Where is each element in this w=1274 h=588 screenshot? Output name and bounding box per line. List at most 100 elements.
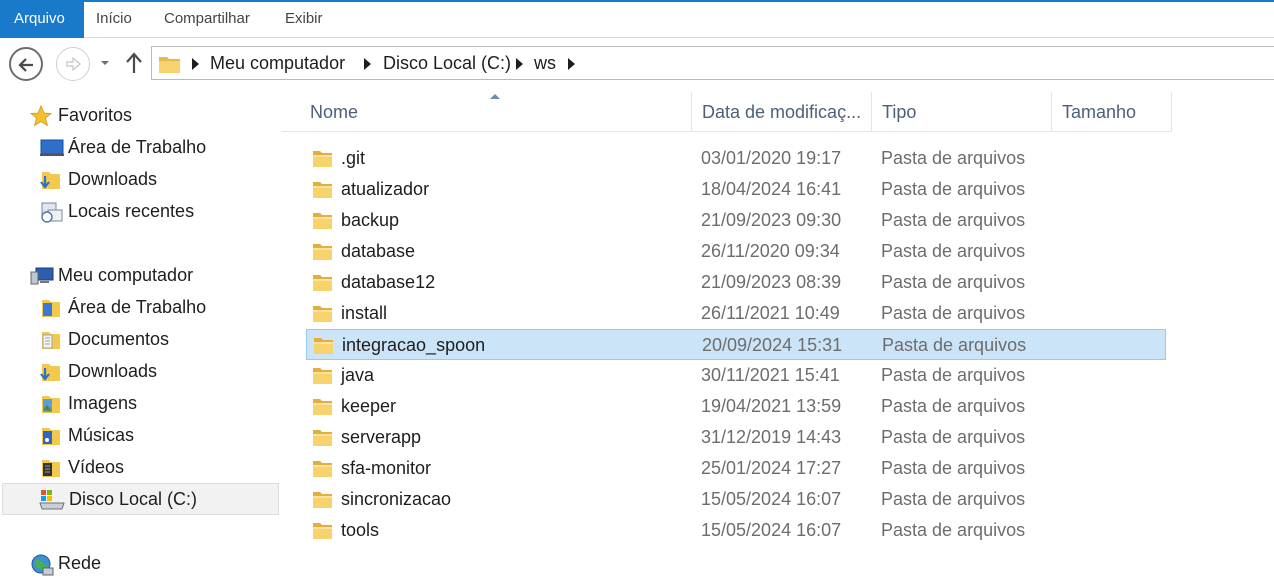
column-header-size[interactable]: Tamanho — [1052, 92, 1172, 132]
file-date-modified: 15/05/2024 16:07 — [701, 489, 842, 509]
sidebar-item-disco-local[interactable]: Disco Local (C:) — [2, 483, 279, 515]
file-date-modified: 15/05/2024 16:07 — [701, 520, 842, 540]
pictures-folder-icon — [42, 396, 60, 413]
file-row[interactable]: integracao_spoon 20/09/2024 15:31 Pasta de… — [306, 329, 1166, 360]
address-bar[interactable]: Meu computador Disco Local (C:) ws — [151, 46, 1274, 80]
file-name: sfa-monitor — [341, 458, 432, 478]
file-date-modified: 20/09/2024 15:31 — [702, 335, 843, 355]
sidebar-item-favoritos[interactable]: Favoritos — [30, 100, 270, 130]
file-date-modified: 18/04/2024 16:41 — [701, 179, 842, 199]
file-type: Pasta de arquivos — [881, 396, 1026, 416]
sidebar-item-area-de-trabalho[interactable]: Área de Trabalho — [40, 132, 270, 162]
breadcrumb-meu-computador[interactable]: Meu computador — [210, 53, 345, 74]
file-type: Pasta de arquivos — [881, 427, 1026, 447]
sidebar-item-downloads[interactable]: Downloads — [40, 164, 270, 194]
file-type: Pasta de arquivos — [881, 458, 1026, 478]
file-name: keeper — [341, 396, 397, 416]
downloads-folder-icon — [40, 172, 60, 189]
tab-compartilhar[interactable]: Compartilhar — [152, 2, 262, 36]
file-row[interactable]: install 26/11/2021 10:49 Pasta de arquivos — [306, 298, 1166, 329]
column-header-date[interactable]: Data de modificaç... — [692, 92, 872, 132]
file-type: Pasta de arquivos — [881, 148, 1026, 168]
breadcrumb-ws[interactable]: ws — [534, 53, 556, 74]
file-type: Pasta de arquivos — [881, 303, 1026, 323]
folder-icon — [159, 57, 180, 73]
file-row[interactable]: sincronizacao 15/05/2024 16:07 Pasta de ar… — [306, 484, 1166, 515]
file-row[interactable]: .git 03/01/2020 19:17 Pasta de arquivos — [306, 143, 1166, 174]
file-row[interactable]: keeper 19/04/2021 13:59 Pasta de arquivos — [306, 391, 1166, 422]
recent-places-icon — [41, 202, 63, 223]
sidebar-item-downloads-pc[interactable]: Downloads — [40, 356, 270, 386]
tab-inicio[interactable]: Início — [84, 2, 144, 36]
sidebar-item-rede[interactable]: Rede — [30, 548, 270, 578]
file-date-modified: 25/01/2024 17:27 — [701, 458, 842, 478]
sidebar-item-imagens[interactable]: Imagens — [40, 388, 270, 418]
sidebar-item-area-de-trabalho-pc[interactable]: Área de Trabalho — [40, 292, 270, 322]
file-name: java — [341, 365, 375, 385]
sidebar-item-label: Músicas — [68, 425, 135, 445]
file-name: tools — [341, 520, 380, 540]
ribbon: Arquivo Início Compartilhar Exibir — [0, 0, 1274, 38]
file-row[interactable]: tools 15/05/2024 16:07 Pasta de arquivos — [306, 515, 1166, 546]
sidebar-item-meu-computador[interactable]: Meu computador — [30, 260, 270, 290]
file-row[interactable]: database 26/11/2020 09:34 Pasta de arquivo… — [306, 236, 1166, 267]
sidebar-item-label: Disco Local (C:) — [69, 489, 198, 509]
file-date-modified: 19/04/2021 13:59 — [701, 396, 842, 416]
sidebar-item-label: Documentos — [68, 329, 170, 349]
sidebar-item-label: Locais recentes — [68, 201, 195, 221]
navigation-pane: Favoritos Área de Trabalho Downloads Loc… — [0, 88, 282, 588]
file-name: integracao_spoon — [342, 335, 486, 355]
folder-icon — [312, 520, 334, 552]
file-name: sincronizacao — [341, 489, 452, 509]
forward-button[interactable] — [56, 47, 90, 81]
sidebar-item-label: Vídeos — [68, 457, 125, 477]
file-row[interactable]: java 30/11/2021 15:41 Pasta de arquivos — [306, 360, 1166, 391]
recent-locations-dropdown-icon[interactable] — [99, 58, 111, 68]
arrow-left-icon — [18, 58, 33, 72]
documents-folder-icon — [42, 332, 60, 349]
file-type: Pasta de arquivos — [881, 179, 1026, 199]
breadcrumb-separator-icon[interactable] — [516, 58, 523, 70]
file-type: Pasta de arquivos — [881, 489, 1026, 509]
file-type: Pasta de arquivos — [881, 241, 1026, 261]
network-icon — [31, 554, 54, 576]
file-row[interactable]: serverapp 31/12/2019 14:43 Pasta de arquiv… — [306, 422, 1166, 453]
computer-icon — [30, 267, 54, 285]
file-type: Pasta de arquivos — [881, 520, 1026, 540]
breadcrumb-separator-icon[interactable] — [364, 58, 371, 70]
sidebar-item-label: Favoritos — [58, 105, 133, 125]
arrow-right-icon — [66, 56, 81, 72]
file-date-modified: 21/09/2023 08:39 — [701, 272, 842, 292]
sidebar-item-label: Downloads — [68, 361, 158, 381]
column-header-row: Nome Data de modificaç... Tipo Tamanho — [282, 92, 1172, 132]
sidebar-item-videos[interactable]: Vídeos — [40, 452, 270, 482]
file-row[interactable]: atualizador 18/04/2024 16:41 Pasta de arqu… — [306, 174, 1166, 205]
breadcrumb-disco-local[interactable]: Disco Local (C:) — [383, 53, 511, 74]
desktop-folder-icon — [42, 300, 60, 317]
sidebar-item-locais-recentes[interactable]: Locais recentes — [40, 196, 270, 226]
file-name: serverapp — [341, 427, 422, 447]
sidebar-item-label: Área de Trabalho — [68, 137, 207, 157]
up-arrow-icon[interactable] — [124, 51, 144, 75]
column-header-type[interactable]: Tipo — [872, 92, 1052, 132]
file-name: atualizador — [341, 179, 430, 199]
file-row[interactable]: backup 21/09/2023 09:30 Pasta de arquivos — [306, 205, 1166, 236]
sidebar-item-documentos[interactable]: Documentos — [40, 324, 270, 354]
tab-exibir[interactable]: Exibir — [273, 2, 335, 36]
tab-arquivo[interactable]: Arquivo — [0, 0, 84, 38]
navigation-bar: Meu computador Disco Local (C:) ws — [0, 38, 1274, 88]
file-row[interactable]: database12 21/09/2023 08:39 Pasta de arqui… — [306, 267, 1166, 298]
file-name: database12 — [341, 272, 436, 292]
file-type: Pasta de arquivos — [881, 365, 1026, 385]
file-name: backup — [341, 210, 400, 230]
file-date-modified: 03/01/2020 19:17 — [701, 148, 842, 168]
sidebar-item-musicas[interactable]: Músicas — [40, 420, 270, 450]
back-button[interactable] — [9, 47, 43, 81]
breadcrumb-separator-icon[interactable] — [568, 58, 575, 70]
downloads-folder-icon — [40, 364, 60, 381]
breadcrumb-separator-icon[interactable] — [192, 58, 199, 70]
column-header-name[interactable]: Nome — [300, 92, 692, 132]
file-type: Pasta de arquivos — [881, 210, 1026, 230]
file-row[interactable]: sfa-monitor 25/01/2024 17:27 Pasta de arqu… — [306, 453, 1166, 484]
videos-folder-icon — [42, 460, 60, 477]
